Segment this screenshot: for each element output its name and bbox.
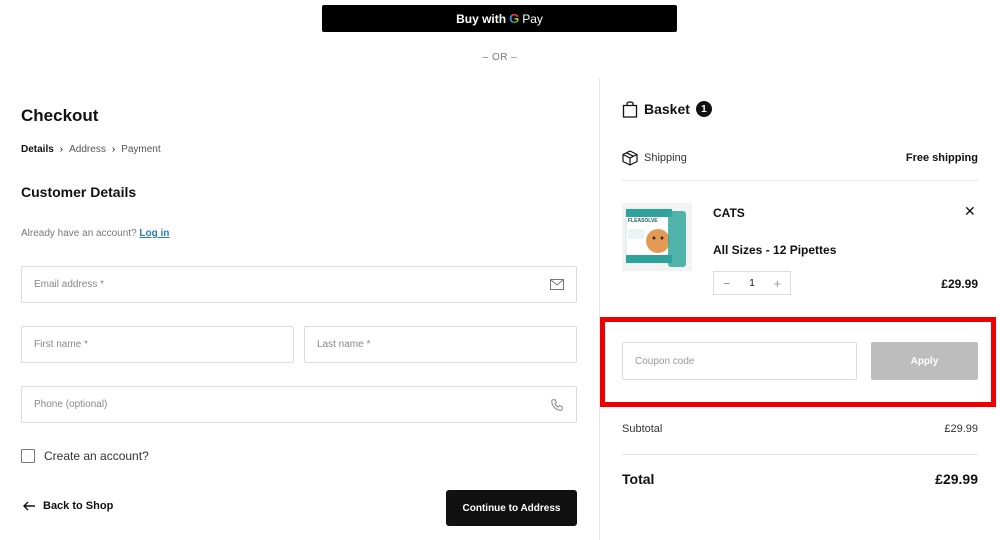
basket-header: Basket 1: [622, 100, 712, 118]
coupon-code-input[interactable]: [622, 342, 857, 380]
total-label: Total: [622, 471, 655, 487]
plus-icon[interactable]: +: [765, 276, 790, 291]
arrow-left-icon: [23, 501, 35, 511]
login-prompt: Already have an account? Log in: [21, 228, 169, 239]
product-image[interactable]: FLEASOLVE: [622, 203, 692, 271]
breadcrumb-details[interactable]: Details: [21, 144, 54, 155]
phone-icon: [551, 398, 563, 411]
breadcrumb-address[interactable]: Address: [69, 144, 106, 155]
or-separator: – OR –: [482, 52, 518, 63]
basket-title: Basket: [644, 101, 690, 117]
first-name-field[interactable]: First name *: [21, 326, 294, 363]
last-name-placeholder: Last name *: [317, 339, 371, 350]
product-brand-text: FLEASOLVE: [628, 218, 658, 224]
divider: [622, 180, 978, 181]
quantity-value[interactable]: 1: [739, 278, 764, 289]
quantity-stepper[interactable]: − 1 +: [713, 271, 791, 295]
login-prompt-text: Already have an account?: [21, 228, 137, 239]
first-name-placeholder: First name *: [34, 339, 88, 350]
product-price: £29.99: [941, 277, 978, 291]
create-account-label: Create an account?: [44, 449, 149, 463]
apply-coupon-button[interactable]: Apply: [871, 342, 978, 380]
phone-field[interactable]: Phone (optional): [21, 386, 577, 423]
close-icon: ✕: [964, 203, 976, 219]
breadcrumb: Details › Address › Payment: [21, 144, 161, 155]
box-icon: [622, 150, 638, 166]
shipping-row: Shipping Free shipping: [622, 150, 978, 166]
subtotal-label: Subtotal: [622, 423, 663, 435]
product-name: CATS: [713, 206, 745, 220]
back-to-shop-label: Back to Shop: [43, 500, 114, 512]
back-to-shop-link[interactable]: Back to Shop: [23, 500, 113, 512]
column-divider: [599, 78, 600, 540]
shipping-value: Free shipping: [905, 152, 978, 164]
last-name-field[interactable]: Last name *: [304, 326, 577, 363]
chevron-right-icon: ›: [59, 144, 64, 155]
envelope-icon: [550, 279, 564, 290]
customer-details-heading: Customer Details: [21, 184, 137, 200]
divider: [622, 454, 978, 455]
google-pay-button[interactable]: Buy with G Pay: [322, 5, 677, 32]
chevron-right-icon: ›: [111, 144, 116, 155]
continue-to-address-button[interactable]: Continue to Address: [446, 490, 577, 526]
basket-count-badge: 1: [695, 101, 712, 117]
total-value: £29.99: [935, 471, 978, 487]
minus-icon[interactable]: −: [714, 276, 739, 291]
login-link[interactable]: Log in: [139, 228, 169, 239]
gpay-pay-text: Pay: [522, 11, 543, 26]
product-box-image: FLEASOLVE: [622, 203, 692, 271]
google-g-icon: G: [509, 11, 520, 26]
shipping-label: Shipping: [644, 152, 687, 164]
create-account-checkbox[interactable]: [21, 449, 35, 463]
phone-placeholder: Phone (optional): [34, 399, 108, 410]
email-placeholder: Email address *: [34, 279, 105, 290]
remove-item-button[interactable]: ✕: [964, 203, 976, 220]
page-title: Checkout: [21, 106, 99, 125]
product-variant: All Sizes - 12 Pipettes: [713, 243, 837, 257]
create-account-row[interactable]: Create an account?: [21, 449, 149, 463]
email-field[interactable]: Email address *: [21, 266, 577, 303]
gpay-prefix: Buy with: [456, 11, 507, 26]
breadcrumb-payment[interactable]: Payment: [121, 144, 160, 155]
subtotal-value: £29.99: [944, 423, 978, 435]
shopping-bag-icon: [622, 101, 638, 118]
